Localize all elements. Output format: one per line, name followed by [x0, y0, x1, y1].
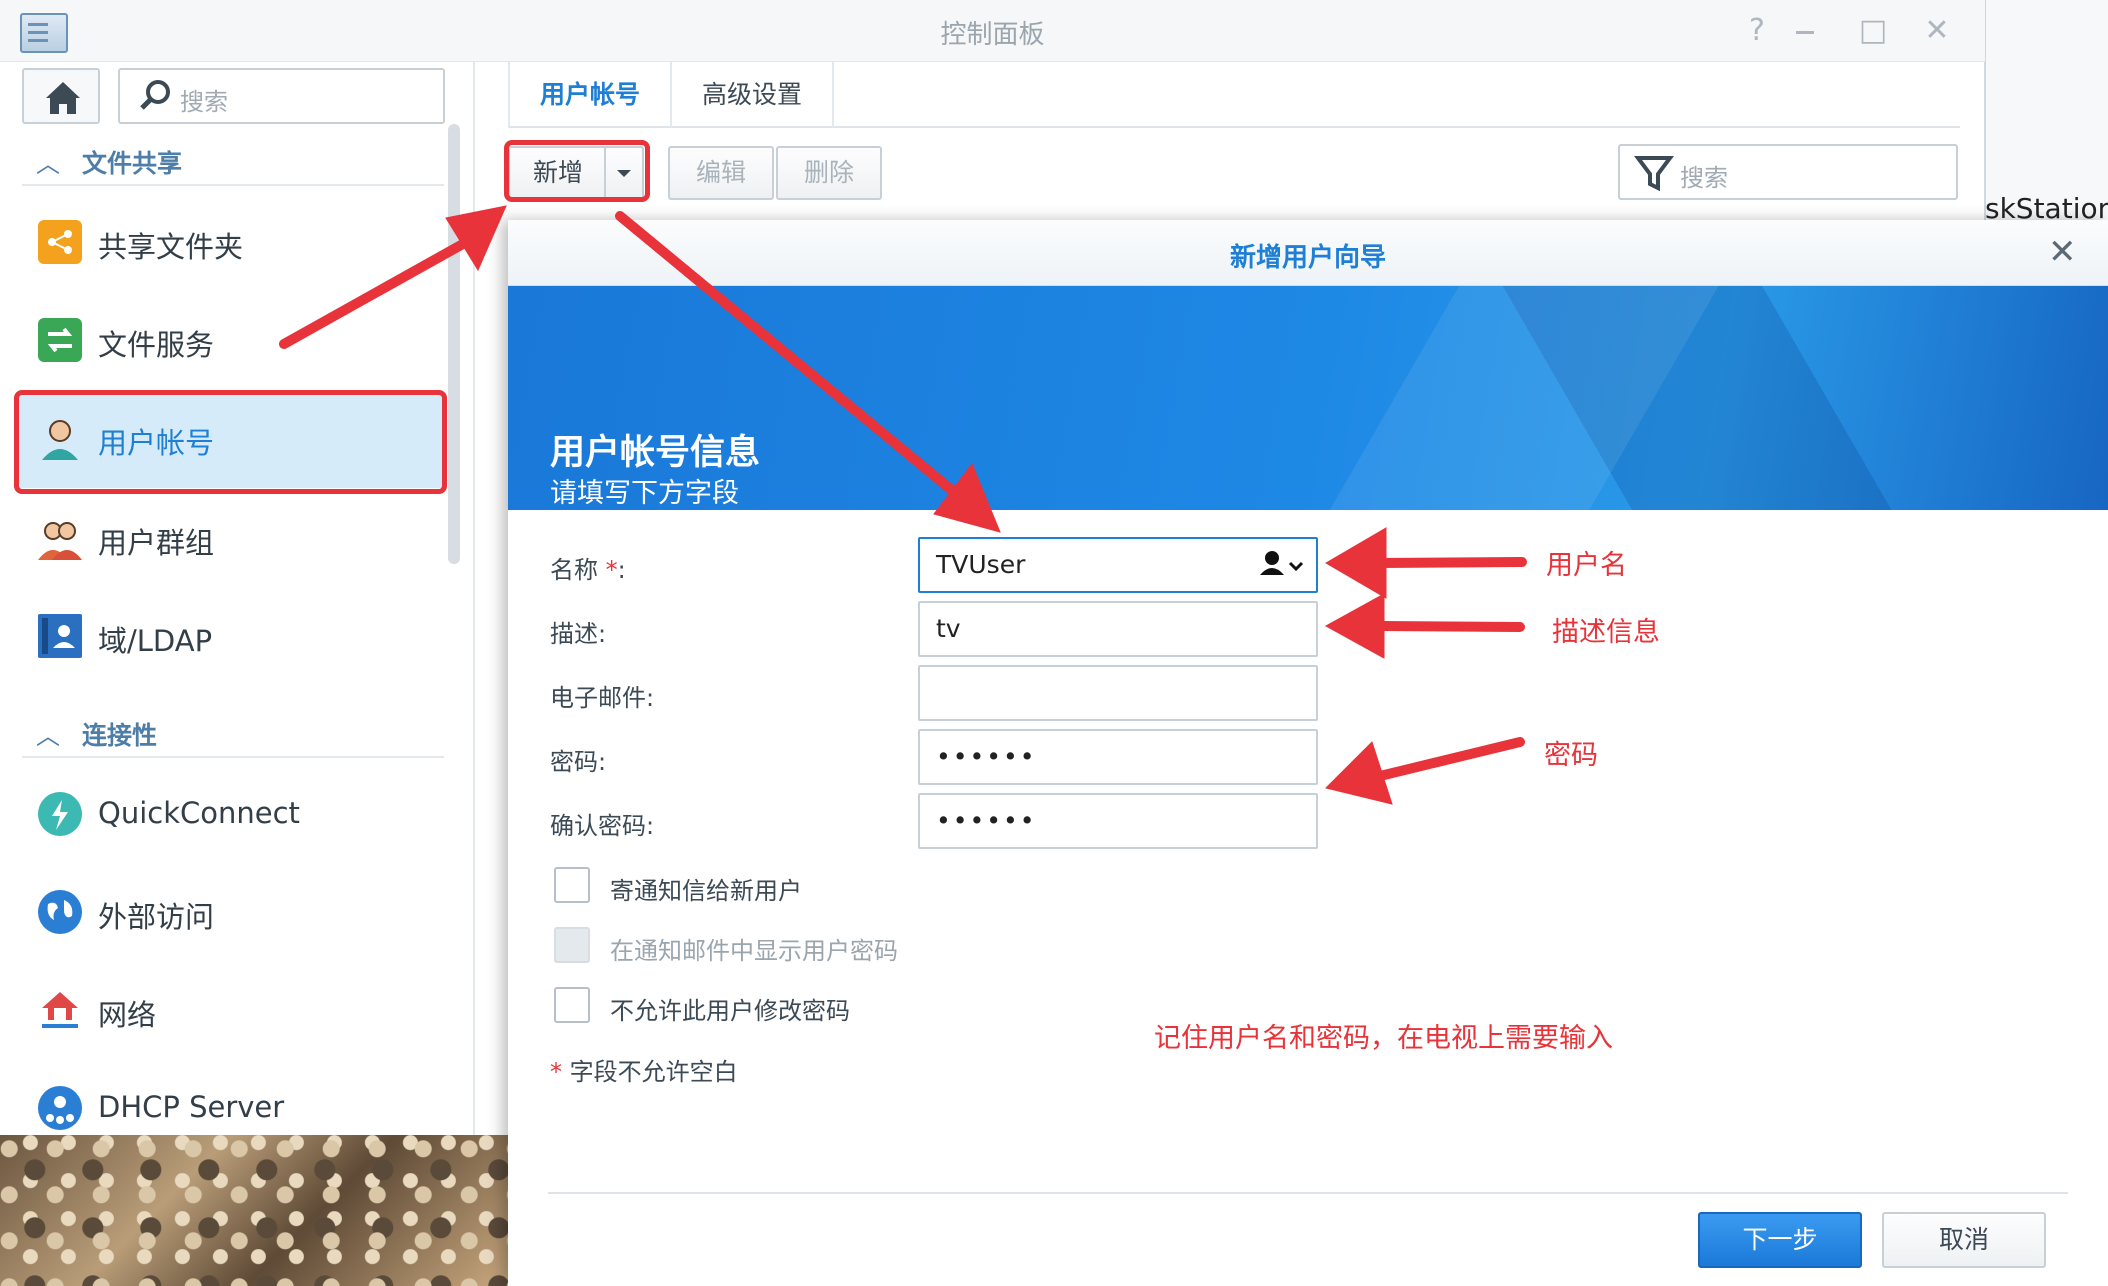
filter-icon	[1634, 156, 1674, 192]
description-label: 描述:	[550, 620, 607, 648]
sidebar-item-external-access[interactable]: 外部访问	[16, 866, 444, 962]
quickconnect-icon	[38, 792, 82, 836]
help-icon[interactable]: ?	[1740, 14, 1774, 48]
dhcp-icon	[38, 1086, 82, 1130]
sidebar-item-label: 网络	[98, 998, 157, 1032]
home-button[interactable]	[22, 68, 100, 124]
sidebar-item-label: QuickConnect	[98, 796, 300, 830]
required-star: *	[605, 556, 618, 584]
file-services-icon	[38, 318, 82, 362]
sidebar-scrollbar[interactable]	[448, 124, 460, 564]
home-icon	[46, 82, 80, 114]
banner-subtitle: 请填写下方字段	[550, 478, 739, 509]
add-user-wizard-dialog: 新增用户向导 ✕ 用户帐号信息 请填写下方字段 名称 *: TVUser 描述:…	[508, 220, 2108, 1286]
send-notification-label: 寄通知信给新用户	[610, 877, 802, 905]
show-password-in-mail-label: 在通知邮件中显示用户密码	[610, 937, 898, 965]
required-note: * 字段不允许空白	[550, 1052, 738, 1087]
user-picker-icon[interactable]	[1256, 539, 1306, 609]
section-header-connectivity[interactable]: ︿ 连接性	[22, 710, 444, 758]
sidebar-item-file-services[interactable]: 文件服务	[16, 294, 444, 390]
next-button[interactable]: 下一步	[1698, 1212, 1862, 1268]
window-titlebar: 控制面板 ? □ ✕	[0, 0, 1985, 62]
sidebar-item-label: 共享文件夹	[98, 230, 244, 264]
chevron-up-icon: ︿	[36, 722, 60, 750]
name-label-text: 名称	[550, 556, 598, 584]
section-label: 连接性	[82, 721, 158, 750]
close-window-button[interactable]: ✕	[1920, 14, 1954, 48]
password-field[interactable]: ••••••	[918, 729, 1318, 785]
name-label-colon: :	[617, 556, 626, 584]
required-note-star: *	[550, 1058, 562, 1086]
sidebar-item-label: 外部访问	[98, 900, 215, 934]
name-field[interactable]: TVUser	[918, 537, 1318, 593]
section-header-file-sharing[interactable]: ︿ 文件共享	[22, 138, 444, 186]
dialog-title: 新增用户向导	[1229, 243, 1386, 273]
required-note-text: 字段不允许空白	[569, 1058, 738, 1086]
sidebar-item-network[interactable]: 网络	[16, 964, 444, 1060]
confirm-password-label: 确认密码:	[550, 812, 655, 840]
sidebar-search-input[interactable]: 搜索	[118, 68, 445, 124]
highlight-box-user-account	[14, 390, 447, 494]
sidebar-item-label: DHCP Server	[98, 1090, 285, 1124]
sidebar-item-shared-folder[interactable]: 共享文件夹	[16, 196, 444, 292]
annotation-description: 描述信息	[1552, 617, 1660, 648]
confirm-password-field[interactable]: ••••••	[918, 793, 1318, 849]
section-label: 文件共享	[82, 149, 183, 178]
name-label: 名称 *:	[550, 550, 626, 585]
tab-advanced-settings[interactable]: 高级设置	[670, 62, 834, 128]
sidebar-item-label: 用户群组	[98, 526, 215, 560]
disallow-password-change-checkbox[interactable]	[554, 987, 590, 1023]
email-label: 电子邮件:	[550, 684, 655, 712]
password-label: 密码:	[550, 748, 607, 776]
globe-icon	[38, 890, 82, 934]
search-icon	[140, 80, 170, 110]
delete-button[interactable]: 删除	[776, 146, 882, 200]
sidebar-item-user-group[interactable]: 用户群组	[16, 492, 444, 588]
send-notification-checkbox[interactable]	[554, 867, 590, 903]
annotation-username: 用户名	[1546, 550, 1627, 581]
edit-button[interactable]: 编辑	[668, 146, 774, 200]
cancel-button[interactable]: 取消	[1882, 1212, 2046, 1268]
sidebar-search-placeholder: 搜索	[180, 88, 228, 116]
network-home-icon	[38, 988, 82, 1032]
tab-bar: 用户帐号 高级设置	[508, 62, 1960, 128]
user-search-input[interactable]: 搜索	[1618, 144, 1958, 200]
dialog-footer-divider	[548, 1192, 2068, 1194]
user-search-placeholder: 搜索	[1680, 164, 1728, 192]
sidebar-item-domain-ldap[interactable]: 域/LDAP	[16, 590, 444, 686]
chevron-up-icon: ︿	[36, 150, 60, 178]
dialog-close-icon[interactable]: ✕	[2048, 232, 2077, 272]
sidebar-item-quickconnect[interactable]: QuickConnect	[16, 768, 444, 864]
name-field-value: TVUser	[936, 550, 1026, 579]
tab-user-account[interactable]: 用户帐号	[508, 62, 670, 128]
sidebar-item-dhcp-server[interactable]: DHCP Server	[16, 1062, 444, 1135]
user-group-icon	[38, 516, 82, 560]
minimize-icon	[1796, 31, 1814, 34]
annotation-remember: 记住用户名和密码，在电视上需要输入	[1154, 1023, 1613, 1054]
disallow-password-change-label: 不允许此用户修改密码	[610, 997, 850, 1025]
minimize-button[interactable]	[1788, 14, 1822, 48]
show-password-in-mail-checkbox[interactable]	[554, 927, 590, 963]
annotation-password: 密码	[1544, 740, 1598, 771]
wizard-banner: 用户帐号信息 请填写下方字段	[508, 286, 2108, 510]
share-folder-icon	[38, 220, 82, 264]
maximize-button[interactable]: □	[1856, 14, 1890, 48]
highlight-box-add-button	[504, 140, 650, 202]
sidebar: 搜索 ︿ 文件共享 共享文件夹 文件服务 用户帐号 用户群组 域/LDAP ︿ …	[0, 62, 475, 1135]
ldap-icon	[38, 614, 82, 658]
sidebar-item-label: 域/LDAP	[98, 624, 213, 658]
description-field[interactable]: tv	[918, 601, 1318, 657]
window-title: 控制面板	[940, 20, 1045, 50]
email-field[interactable]	[918, 665, 1318, 721]
dialog-titlebar: 新增用户向导 ✕	[508, 220, 2108, 286]
banner-title: 用户帐号信息	[550, 433, 761, 473]
desktop-wallpaper	[0, 1135, 510, 1286]
sidebar-item-label: 文件服务	[98, 328, 215, 362]
